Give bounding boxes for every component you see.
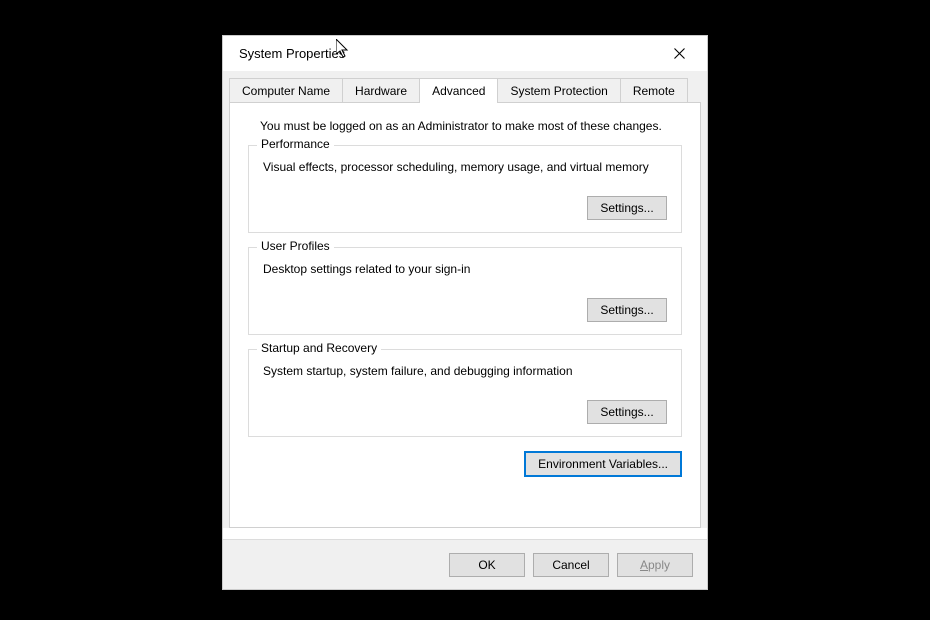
group-performance: Performance Visual effects, processor sc… <box>248 145 682 233</box>
cancel-button[interactable]: Cancel <box>533 553 609 577</box>
window-title: System Properties <box>235 46 345 61</box>
admin-note: You must be logged on as an Administrato… <box>260 119 682 133</box>
tab-remote[interactable]: Remote <box>621 78 688 103</box>
startup-settings-button[interactable]: Settings... <box>587 400 667 424</box>
tab-advanced[interactable]: Advanced <box>420 78 498 103</box>
tab-system-protection[interactable]: System Protection <box>498 78 620 103</box>
performance-legend: Performance <box>257 137 334 151</box>
ok-button[interactable]: OK <box>449 553 525 577</box>
close-icon <box>674 48 685 59</box>
environment-variables-button[interactable]: Environment Variables... <box>524 451 682 477</box>
user-profiles-settings-button[interactable]: Settings... <box>587 298 667 322</box>
tab-strip: Computer Name Hardware Advanced System P… <box>229 78 701 103</box>
tab-hardware[interactable]: Hardware <box>343 78 420 103</box>
startup-desc: System startup, system failure, and debu… <box>263 364 667 378</box>
performance-settings-button[interactable]: Settings... <box>587 196 667 220</box>
dialog-footer: OK Cancel Apply <box>223 539 707 589</box>
titlebar: System Properties <box>223 36 707 71</box>
startup-legend: Startup and Recovery <box>257 341 381 355</box>
performance-desc: Visual effects, processor scheduling, me… <box>263 160 667 174</box>
group-user-profiles: User Profiles Desktop settings related t… <box>248 247 682 335</box>
tab-area: Computer Name Hardware Advanced System P… <box>223 71 707 528</box>
apply-button: Apply <box>617 553 693 577</box>
tab-panel-advanced: You must be logged on as an Administrato… <box>229 102 701 528</box>
user-profiles-desc: Desktop settings related to your sign-in <box>263 262 667 276</box>
group-startup-recovery: Startup and Recovery System startup, sys… <box>248 349 682 437</box>
tab-computer-name[interactable]: Computer Name <box>229 78 343 103</box>
system-properties-dialog: System Properties Computer Name Hardware… <box>222 35 708 590</box>
user-profiles-legend: User Profiles <box>257 239 334 253</box>
close-button[interactable] <box>663 40 695 68</box>
